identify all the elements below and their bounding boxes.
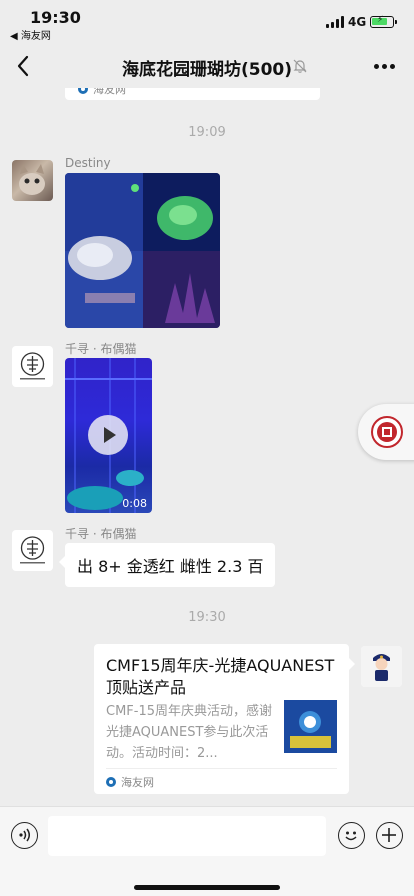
chat-message-list[interactable]: 海友网 19:09 Destiny 千寻 · 布偶猫 0:08 千寻 · 布偶猫… (0, 88, 414, 806)
emoji-icon[interactable] (338, 822, 365, 849)
plus-icon[interactable] (376, 822, 403, 849)
message-input-bar (0, 806, 414, 896)
status-bar: 19:30 ◀ 海友网 4G ⚡ (0, 0, 414, 44)
avatar[interactable] (361, 646, 402, 687)
home-indicator (134, 885, 280, 890)
shortcut-logo-icon (371, 416, 403, 448)
message-timestamp: 19:30 (188, 610, 226, 625)
avatar[interactable] (12, 160, 53, 201)
link-description: CMF-15周年庆典活动，感谢光捷AQUANEST参与此次活动。活动时间：2..… (106, 704, 273, 761)
link-thumbnail (284, 700, 337, 753)
network-type: 4G (348, 15, 367, 29)
bell-off-icon (293, 59, 307, 73)
message-timestamp: 19:09 (188, 125, 226, 140)
voice-icon[interactable] (11, 822, 38, 849)
message-text: 出 8+ 金透红 雌性 2.3 百 (77, 557, 264, 576)
chevron-left-icon[interactable] (12, 52, 36, 80)
sender-name: Destiny (65, 156, 111, 170)
avatar[interactable] (12, 346, 53, 387)
source-logo-icon (78, 88, 88, 94)
sender-name: 千寻 · 布偶猫 (65, 527, 137, 541)
avatar[interactable] (12, 530, 53, 571)
chat-title: 海底花园珊瑚坊(500) (121, 60, 293, 80)
video-message[interactable]: 0:08 (65, 358, 152, 513)
image-message[interactable] (65, 173, 220, 328)
police-cartoon-avatar (361, 646, 402, 687)
link-card-partial[interactable]: 海友网 (65, 88, 320, 100)
sender-name: 千寻 · 布偶猫 (65, 342, 137, 356)
link-source: 海友网 (93, 88, 126, 96)
message-input[interactable] (48, 816, 326, 856)
floating-shortcut-button[interactable] (358, 404, 414, 460)
text-message-bubble[interactable]: 出 8+ 金透红 雌性 2.3 百 (58, 543, 276, 587)
link-source: 海友网 (121, 776, 154, 789)
status-time: 19:30 (30, 8, 81, 27)
chat-header: 海底花园珊瑚坊(500) (0, 44, 414, 88)
link-card-message[interactable]: CMF15周年庆-光捷AQUANEST顶贴送产品 CMF-15周年庆典活动，感谢… (94, 644, 355, 794)
play-icon[interactable] (88, 415, 128, 455)
cat-avatar-image (19, 164, 45, 195)
battery-icon: ⚡ (370, 15, 397, 28)
link-title: CMF15周年庆-光捷AQUANEST顶贴送产品 (106, 656, 335, 697)
more-dots-icon[interactable] (374, 64, 396, 70)
qianxun-logo-avatar (20, 536, 45, 564)
qianxun-logo-avatar (20, 352, 45, 380)
signal-icon (326, 16, 344, 28)
source-logo-icon (106, 777, 116, 787)
video-duration: 0:08 (122, 497, 147, 510)
coral-photo (65, 173, 220, 328)
back-to-app-link[interactable]: ◀ 海友网 (10, 27, 51, 42)
